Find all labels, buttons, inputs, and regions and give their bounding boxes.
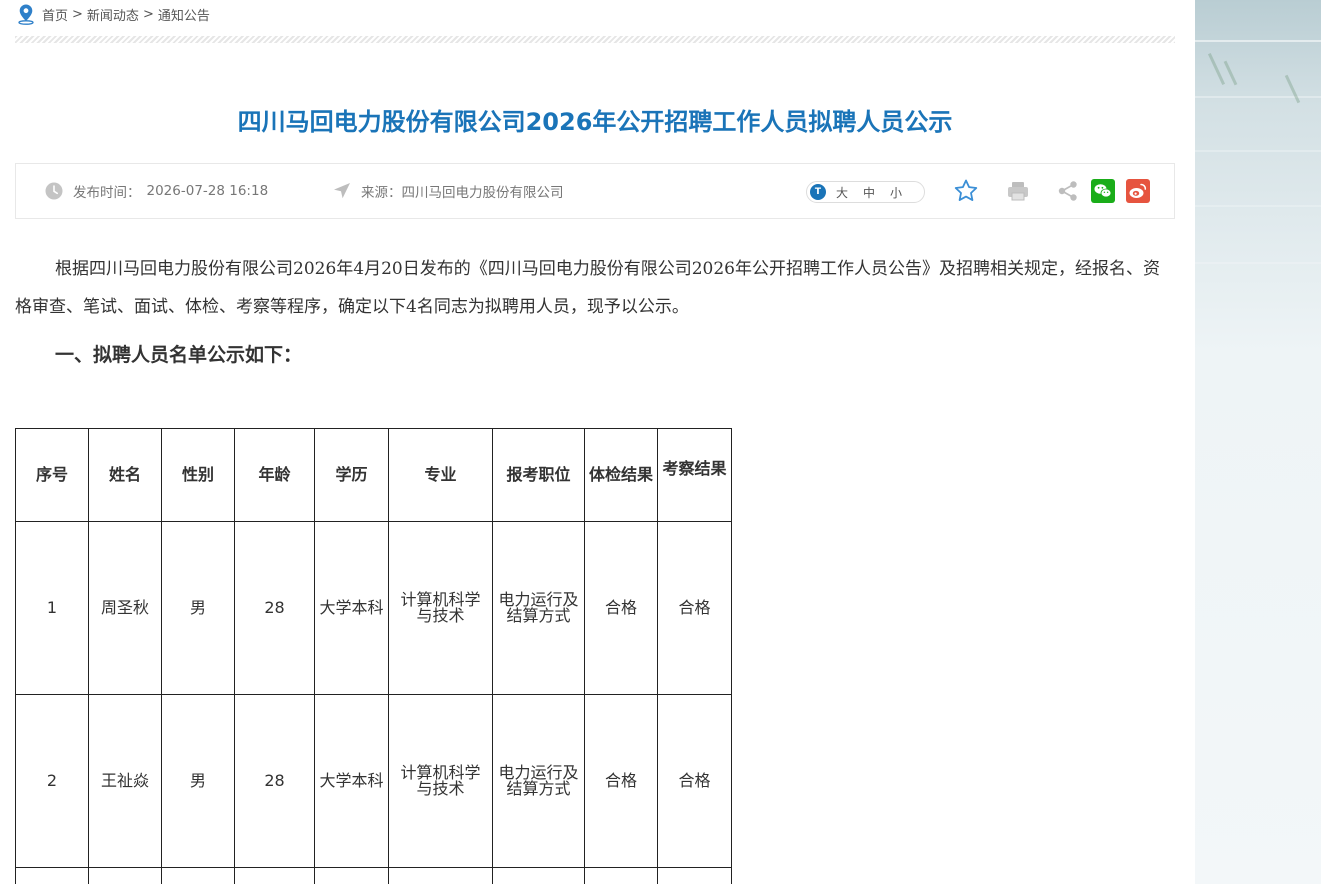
print-button[interactable] [1005,178,1031,204]
cell-age: 28 [234,521,315,695]
breadcrumb-notice-link[interactable]: 通知公告 [158,5,210,24]
intro-paragraph: 根据四川马回电力股份有限公司2026年4月20日发布的《四川马回电力股份有限公司… [15,259,1160,317]
table-row: 1 周圣秋 男 28 大学本科 计算机科学与技术 电力运行及结算方式 合格 合格 [15,521,732,695]
cell-index: 1 [15,521,89,695]
clock-icon [45,182,63,200]
font-size-small[interactable]: 小 [890,184,902,201]
weibo-icon [1126,179,1150,203]
cell-major: 计算机科学与技术 [388,694,493,868]
cell-name: 周圣秋 [88,521,162,695]
breadcrumb-news-link[interactable]: 新闻动态 [87,5,139,24]
favorite-button[interactable] [953,178,979,204]
printer-icon [1008,182,1028,201]
header-gender: 性别 [161,428,235,522]
cell-assessment: 合格 [657,521,732,695]
source-label: 来源： [361,185,402,201]
wechat-share-button[interactable] [1090,178,1116,204]
page: 首页 > 新闻动态 > 通知公告 四川马回电力股份有限公司2026年公开招聘工作… [0,0,1321,884]
cell-physical-exam: 合格 [584,694,658,868]
weibo-share-button[interactable] [1125,178,1151,204]
cell-position: 电力运行及结算方式 [492,521,585,695]
font-size-icon: T [810,184,826,200]
publish-time-value: 2026-07-28 16:18 [146,183,269,199]
breadcrumb-divider [15,36,1175,43]
breadcrumb: 首页 > 新闻动态 > 通知公告 [16,3,210,25]
publish-time-label: 发布时间： [73,185,141,201]
side-water-image [1195,0,1321,884]
section-heading: 一、拟聘人员名单公示如下： [55,344,303,366]
hire-list-table: 序号 姓名 性别 年龄 学历 专业 报考职位 体检结果 考察结果 1 周圣秋 男… [15,428,732,884]
header-education: 学历 [314,428,389,522]
font-size-medium[interactable]: 中 [863,184,875,201]
article-source: 来源： 四川马回电力股份有限公司 [333,164,564,218]
table-row: 2 王祉焱 男 28 大学本科 计算机科学与技术 电力运行及结算方式 合格 合格 [15,694,732,868]
source-value: 四川马回电力股份有限公司 [401,185,564,201]
cell-education: 大学本科 [314,521,389,695]
navigation-arrow-icon [334,183,350,199]
header-position: 报考职位 [492,428,585,522]
star-icon [954,179,978,201]
cell-major: 计算机科学与技术 [388,521,493,695]
share-button[interactable] [1055,178,1081,204]
header-major: 专业 [388,428,493,522]
wechat-icon [1091,179,1115,203]
cell-age: 28 [234,694,315,868]
table-row [15,867,732,884]
publish-time: 发布时间： 2026-07-28 16:18 [45,164,268,218]
font-size-switcher: T 大 中 小 [806,181,925,203]
article-meta-bar: 发布时间： 2026-07-28 16:18 来源： 四川马回电力股份有限公司 … [15,163,1175,219]
cell-index: 2 [15,694,89,868]
cell-assessment: 合格 [657,694,732,868]
cell-gender: 男 [161,694,235,868]
header-assessment: 考察结果 [657,428,732,522]
cell-position: 电力运行及结算方式 [492,694,585,868]
cell-physical-exam: 合格 [584,521,658,695]
breadcrumb-separator: > [72,6,83,22]
table-header-row: 序号 姓名 性别 年龄 学历 专业 报考职位 体检结果 考察结果 [15,428,732,522]
header-age: 年龄 [234,428,315,522]
cell-name: 王祉焱 [88,694,162,868]
cell-education: 大学本科 [314,694,389,868]
header-physical-exam: 体检结果 [584,428,658,522]
article-title: 四川马回电力股份有限公司2026年公开招聘工作人员拟聘人员公示 [237,108,953,136]
share-icon [1058,181,1077,201]
breadcrumb-home-link[interactable]: 首页 [42,5,68,24]
breadcrumb-separator: > [142,6,154,22]
header-index: 序号 [15,428,89,522]
cell-gender: 男 [161,521,235,695]
font-size-large[interactable]: 大 [836,184,848,201]
location-pin-icon [18,4,34,25]
header-name: 姓名 [88,428,162,522]
